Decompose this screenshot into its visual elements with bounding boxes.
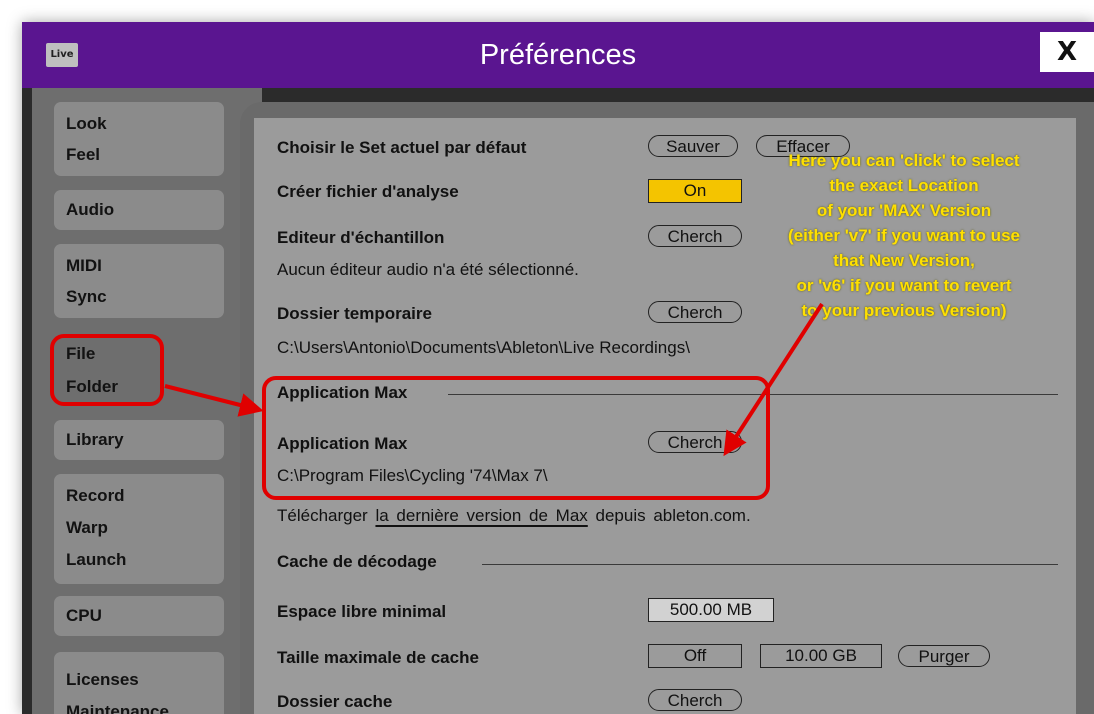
instruction-annotation: Here you can 'click' to select the exact…: [734, 148, 1074, 323]
nav-group-audio[interactable]: Audio: [54, 190, 224, 230]
cache-folder-label: Dossier cache: [277, 692, 393, 711]
annotation-line: the exact Location: [829, 176, 979, 195]
nav-item-licenses: Licenses: [66, 670, 139, 689]
decode-cache-title: Cache de décodage: [277, 552, 437, 571]
nav-group-look-feel[interactable]: Look Feel: [54, 102, 224, 176]
temp-folder-path: C:\Users\Antonio\Documents\Ableton\Live …: [277, 338, 690, 357]
nav-item-maintenance: Maintenance: [66, 702, 169, 714]
nav-group-record-warp-launch[interactable]: Record Warp Launch: [54, 474, 224, 584]
analysis-file-toggle[interactable]: On: [648, 179, 742, 203]
nav-item-record: Record: [66, 486, 125, 505]
annotation-line: Here you can 'click' to select: [788, 151, 1020, 170]
nav-item-sync: Sync: [66, 287, 107, 306]
max-cache-size-label: Taille maximale de cache: [277, 648, 479, 667]
nav-item-feel: Feel: [66, 145, 101, 164]
annotation-line: or 'v6' if you want to revert: [796, 276, 1012, 295]
file-folder-highlight: [50, 334, 164, 406]
nav-item-midi: MIDI: [66, 256, 102, 275]
nav-item-audio: Audio: [66, 200, 115, 219]
nav-group-licenses-maintenance[interactable]: Licenses Maintenance: [54, 652, 224, 714]
purge-button[interactable]: Purger: [898, 645, 990, 667]
annotation-line: that New Version,: [833, 251, 975, 270]
temp-folder-browse-button[interactable]: Cherch: [648, 301, 742, 323]
max-download-prefix: Télécharger: [277, 506, 368, 525]
max-download-suffix: depuis ableton.com.: [595, 506, 751, 525]
nav-item-cpu: CPU: [66, 606, 102, 625]
min-free-space-field[interactable]: 500.00 MB: [648, 598, 774, 622]
decode-cache-divider: [482, 564, 1058, 565]
preferences-window: Live Préférences X Look Feel Audio MIDI …: [22, 22, 1094, 714]
save-button[interactable]: Sauver: [648, 135, 738, 157]
nav-item-warp: Warp: [66, 518, 108, 537]
max-section-highlight: [262, 376, 770, 500]
annotation-line: of your 'MAX' Version: [816, 201, 992, 220]
max-cache-size-toggle[interactable]: Off: [648, 644, 742, 668]
nav-group-library[interactable]: Library: [54, 420, 224, 460]
max-download-text: Télécharger la dernière version de Max d…: [277, 506, 751, 526]
default-set-label: Choisir le Set actuel par défaut: [277, 138, 527, 157]
nav-item-look: Look: [66, 114, 107, 133]
max-download-link[interactable]: la dernière version de Max: [375, 506, 587, 525]
close-button[interactable]: X: [1040, 32, 1094, 72]
temp-folder-label: Dossier temporaire: [277, 304, 432, 323]
sample-editor-label: Editeur d'échantillon: [277, 228, 445, 247]
window-title: Préférences: [479, 39, 637, 71]
sample-editor-browse-button[interactable]: Cherch: [648, 225, 742, 247]
cache-folder-browse-button[interactable]: Cherch: [648, 689, 742, 711]
nav-item-launch: Launch: [66, 550, 127, 569]
annotation-line: to your previous Version): [801, 301, 1007, 320]
sample-editor-status: Aucun éditeur audio n'a été sélectionné.: [277, 260, 579, 279]
nav-group-cpu[interactable]: CPU: [54, 596, 224, 636]
min-free-space-label: Espace libre minimal: [277, 602, 447, 621]
max-cache-size-field[interactable]: 10.00 GB: [760, 644, 882, 668]
nav-group-midi-sync[interactable]: MIDI Sync: [54, 244, 224, 318]
annotation-line: (either 'v7' if you want to use: [788, 226, 1020, 245]
title-bar: Live Préférences X: [22, 22, 1094, 88]
nav-item-library: Library: [66, 430, 124, 449]
analysis-file-label: Créer fichier d'analyse: [277, 182, 459, 201]
